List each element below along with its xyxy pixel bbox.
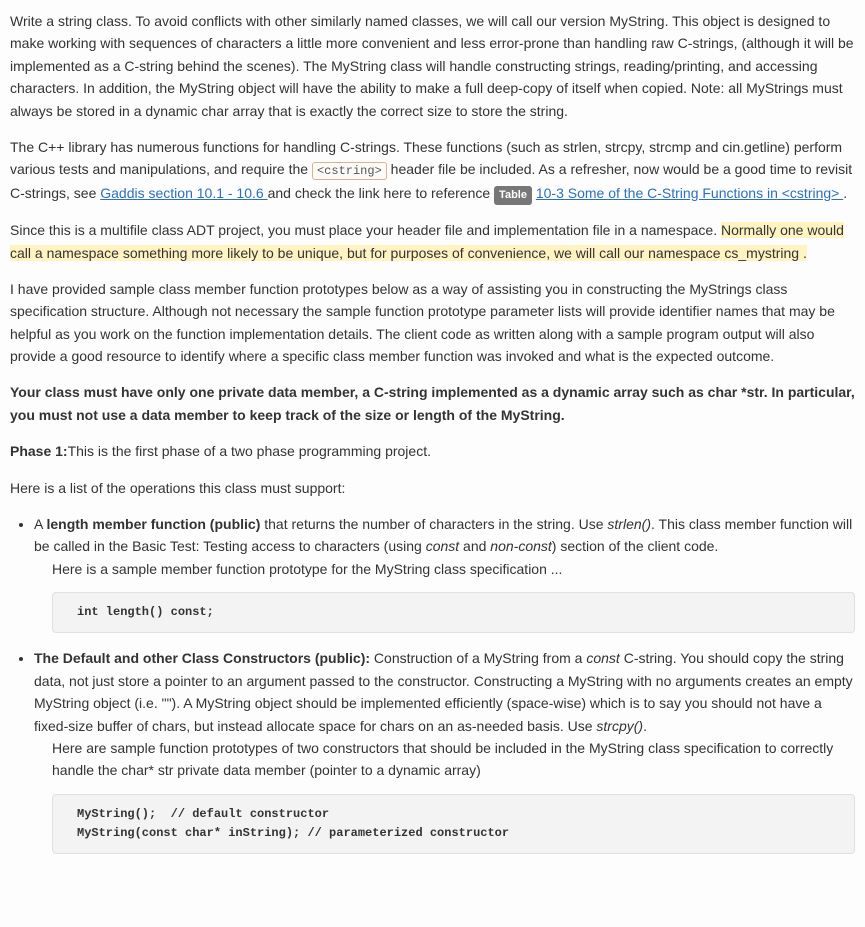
cstring-code-inline: <cstring> — [312, 162, 387, 180]
sample-prototype-intro: Here is a sample member function prototy… — [52, 558, 855, 580]
text-fragment: Since this is a multifile class ADT proj… — [10, 222, 721, 238]
phase-label: Phase 1: — [10, 443, 68, 459]
cstring-paragraph: The C++ library has numerous functions f… — [10, 136, 855, 205]
requirement-paragraph: Your class must have only one private da… — [10, 381, 855, 426]
table-link[interactable]: 10-3 Some of the C-String Functions in <… — [536, 185, 843, 201]
text-fragment: and check the link here to reference — [268, 185, 494, 201]
text-fragment: ) section of the client code. — [552, 538, 719, 554]
text-fragment: that returns the number of characters in… — [260, 516, 607, 532]
constructors-label: The Default and other Class Constructors… — [34, 650, 374, 666]
hl-part2: . — [799, 245, 807, 261]
strcpy-italic: strcpy() — [596, 718, 643, 734]
text-fragment: . — [843, 185, 847, 201]
list-item: The Default and other Class Constructors… — [34, 647, 855, 854]
namespace-paragraph: Since this is a multifile class ADT proj… — [10, 219, 855, 264]
nonconst-italic: non-const — [490, 538, 551, 554]
text-fragment: . — [643, 718, 647, 734]
const-italic: const — [426, 538, 459, 554]
list-item: A length member function (public) that r… — [34, 513, 855, 633]
strlen-italic: strlen() — [607, 516, 651, 532]
text-fragment: and — [459, 538, 490, 554]
length-codeblock: int length() const; — [52, 592, 855, 633]
phase-text: This is the first phase of a two phase p… — [68, 443, 431, 459]
intro-paragraph: Write a string class. To avoid conflicts… — [10, 10, 855, 122]
constructor-prototype-intro: Here are sample function prototypes of t… — [52, 737, 855, 782]
const-italic: const — [586, 650, 619, 666]
text-fragment: A — [34, 516, 46, 532]
prototypes-intro-paragraph: I have provided sample class member func… — [10, 278, 855, 368]
namespace-name: namespace cs_mystring — [648, 245, 799, 261]
length-fn-label: length member function (public) — [46, 516, 260, 532]
table-badge: Table — [494, 186, 532, 206]
operations-list: A length member function (public) that r… — [10, 513, 855, 854]
operations-intro: Here is a list of the operations this cl… — [10, 477, 855, 499]
gaddis-link[interactable]: Gaddis section 10.1 - 10.6 — [100, 185, 267, 201]
constructor-codeblock: MyString(); // default constructor MyStr… — [52, 794, 855, 854]
phase-paragraph: Phase 1:This is the first phase of a two… — [10, 440, 855, 462]
text-fragment: Construction of a MyString from a — [374, 650, 586, 666]
